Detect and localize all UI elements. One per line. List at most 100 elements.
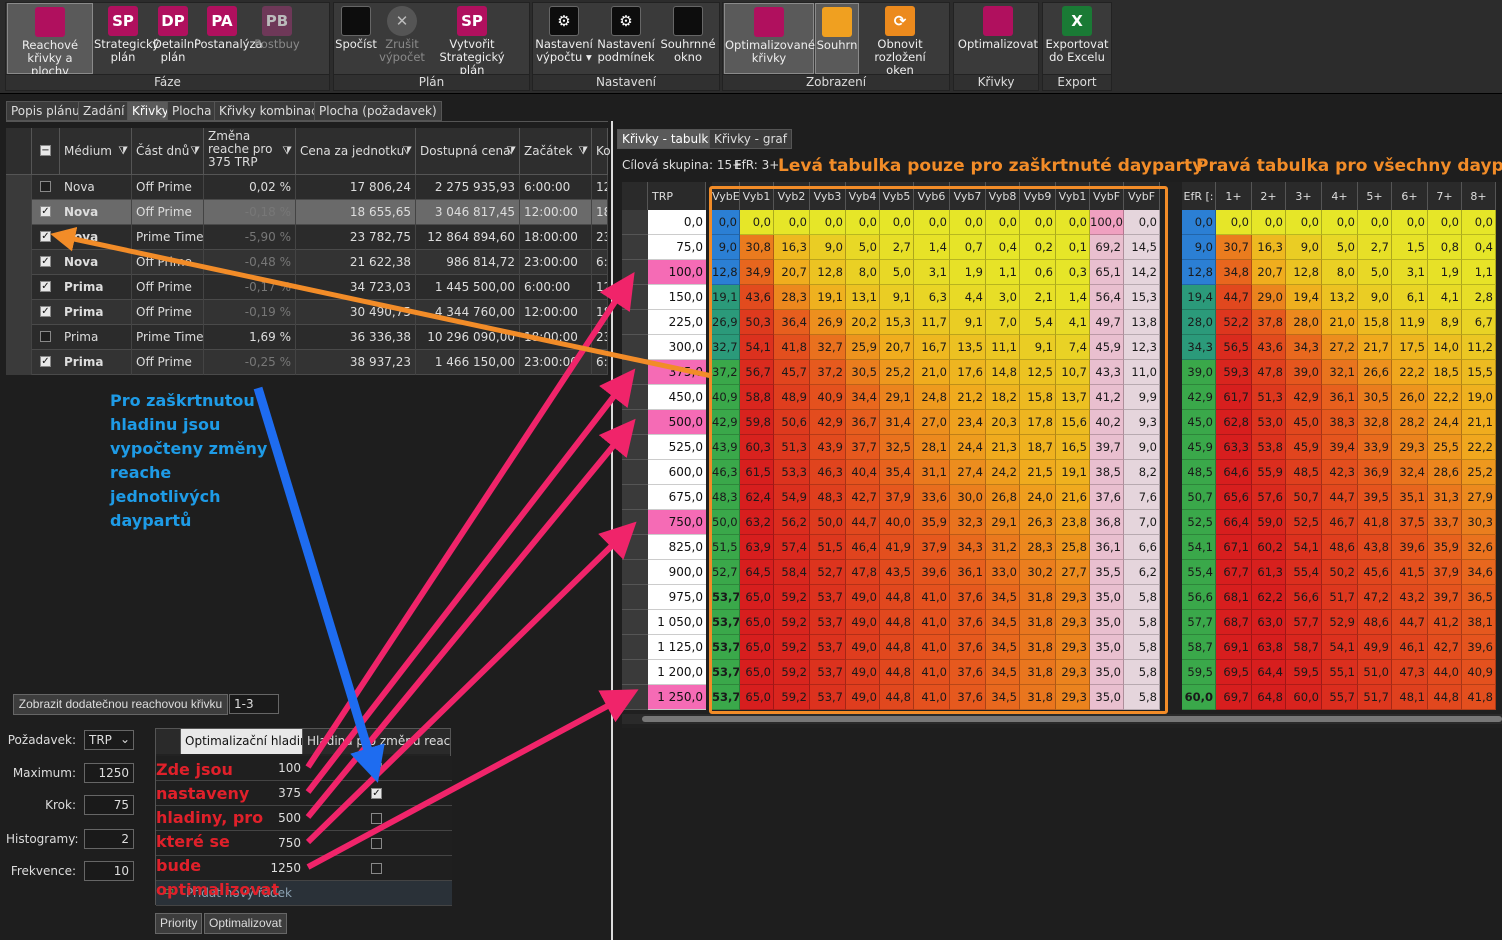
maximum-input[interactable]: 1250 bbox=[84, 763, 134, 783]
right-table-header[interactable]: 6+ bbox=[1392, 182, 1428, 212]
row-checkbox[interactable]: ✓ bbox=[40, 306, 51, 317]
grid-row-header[interactable] bbox=[622, 235, 648, 260]
row-header[interactable] bbox=[6, 250, 32, 275]
reach-level-checkbox[interactable] bbox=[371, 838, 382, 849]
krok-input[interactable]: 75 bbox=[84, 795, 134, 815]
table-row[interactable]: Nova Off Prime 0,02 % 17 806,24 2 275 935,93… bbox=[6, 175, 608, 200]
row-header[interactable] bbox=[6, 275, 32, 300]
row-header[interactable] bbox=[6, 325, 32, 350]
frekvence-input[interactable]: 10 bbox=[84, 861, 134, 881]
grid-row-header[interactable] bbox=[622, 335, 648, 360]
grid-row-header[interactable] bbox=[622, 385, 648, 410]
column-header[interactable]: Část dnů ⧩ bbox=[132, 128, 204, 175]
grid-row-header[interactable] bbox=[622, 435, 648, 460]
ribbon-button-0-1[interactable]: SP Strategický plán bbox=[94, 3, 159, 74]
grid-row-header[interactable] bbox=[622, 310, 648, 335]
left-table-header[interactable]: VybE bbox=[712, 182, 740, 212]
left-table-header[interactable]: Vyb1 bbox=[740, 182, 774, 212]
left-table-header[interactable]: Vyb5 bbox=[880, 182, 914, 212]
tab-5[interactable]: Plocha (požadavek) bbox=[314, 101, 442, 121]
tab-krivky-graf[interactable]: Křivky - graf bbox=[709, 129, 792, 149]
right-table-header[interactable]: 4+ bbox=[1322, 182, 1358, 212]
ribbon-button-2-1[interactable]: ⚙ Nastavení podmínek bbox=[595, 3, 657, 74]
tab-krivky-tabulka[interactable]: Křivky - tabulka bbox=[617, 129, 721, 149]
right-table-header[interactable]: 7+ bbox=[1428, 182, 1462, 212]
reach-change-level-header[interactable]: Hladina pro změnu reache bbox=[303, 729, 451, 754]
row-header[interactable] bbox=[6, 350, 32, 375]
row-checkbox[interactable] bbox=[40, 181, 51, 192]
left-table-header[interactable]: Vyb4 bbox=[846, 182, 880, 212]
table-row[interactable]: ✓ Nova Off Prime -0,18 % 18 655,65 3 046 817,… bbox=[6, 200, 608, 225]
grid-row-header[interactable] bbox=[622, 610, 648, 635]
table-row[interactable]: ✓ Prima Off Prime -0,19 % 30 490,75 4 344 760… bbox=[6, 300, 608, 325]
filter-icon[interactable]: ⧩ bbox=[190, 144, 200, 157]
ribbon-button-4-0[interactable]: Optimalizovat bbox=[955, 3, 1041, 74]
row-checkbox[interactable] bbox=[40, 331, 51, 342]
ribbon-button-1-2[interactable]: SP Vytvořit Strategický plán bbox=[427, 3, 517, 77]
scroll-thumb[interactable] bbox=[642, 716, 1502, 722]
right-table-header[interactable]: EfR [: bbox=[1182, 182, 1216, 212]
grid-row-header[interactable] bbox=[622, 560, 648, 585]
table-row[interactable]: ✓ Prima Off Prime -0,17 % 34 723,03 1 445 500… bbox=[6, 275, 608, 300]
row-checkbox[interactable]: ✓ bbox=[40, 231, 51, 242]
tab-3[interactable]: Plocha bbox=[167, 101, 217, 121]
reach-level-checkbox[interactable] bbox=[371, 863, 382, 874]
reach-level-checkbox[interactable] bbox=[371, 763, 382, 774]
left-table-header[interactable]: Vyb9 bbox=[1020, 182, 1056, 212]
column-header[interactable]: Cena za jednotku ⧩ bbox=[296, 128, 416, 175]
table-row[interactable]: Prima Prime Time 1,69 % 36 336,38 10 296 090… bbox=[6, 325, 608, 350]
grid-row-header[interactable] bbox=[622, 635, 648, 660]
reach-level-checkbox[interactable] bbox=[371, 813, 382, 824]
right-table-header[interactable]: 1+ bbox=[1216, 182, 1252, 212]
ribbon-button-0-4[interactable]: PB Postbuy bbox=[251, 3, 303, 74]
ribbon-button-3-1[interactable]: Souhrn bbox=[815, 3, 859, 74]
tab-1[interactable]: Zadání bbox=[78, 101, 130, 121]
filter-icon[interactable]: ⧩ bbox=[282, 144, 292, 157]
ribbon-button-1-0[interactable]: Spočíst bbox=[335, 3, 377, 74]
table-row[interactable]: ✓ Nova Off Prime -0,48 % 21 622,38 986 814,72… bbox=[6, 250, 608, 275]
left-table-header[interactable]: VybF bbox=[1124, 182, 1160, 212]
reach-level-checkbox[interactable]: ✓ bbox=[371, 788, 382, 799]
grid-row-header[interactable] bbox=[622, 260, 648, 285]
grid-row-header[interactable] bbox=[622, 285, 648, 310]
filter-icon[interactable]: ⧩ bbox=[506, 144, 516, 157]
table-row[interactable]: ✓ Nova Prime Time -5,90 % 23 782,75 12 864 89… bbox=[6, 225, 608, 250]
optimize-button[interactable]: Optimalizovat bbox=[204, 913, 287, 934]
filter-icon[interactable]: ⧩ bbox=[578, 144, 588, 157]
right-table-header[interactable]: 5+ bbox=[1358, 182, 1392, 212]
pozadavek-select[interactable]: TRP ⌄ bbox=[84, 730, 134, 750]
left-table-header[interactable]: Vyb3 bbox=[810, 182, 846, 212]
right-table-header[interactable]: 3+ bbox=[1286, 182, 1322, 212]
right-table-header[interactable]: 2+ bbox=[1252, 182, 1286, 212]
left-table-header[interactable]: Vyb2 bbox=[774, 182, 810, 212]
row-header[interactable] bbox=[6, 200, 32, 225]
grid-row-header[interactable] bbox=[622, 685, 648, 710]
ribbon-button-3-0[interactable]: Optimalizované křivky bbox=[724, 3, 815, 74]
filter-icon[interactable]: ⧩ bbox=[118, 144, 128, 157]
ribbon-button-0-2[interactable]: DP Detailní plán bbox=[153, 3, 197, 74]
column-header[interactable]: Médium ⧩ bbox=[60, 128, 132, 175]
column-header[interactable]: Začátek ⧩ bbox=[520, 128, 592, 175]
grid-row-header[interactable] bbox=[622, 660, 648, 685]
left-table-header[interactable]: Vyb8 bbox=[986, 182, 1020, 212]
extra-curve-input[interactable]: 1-3 bbox=[229, 694, 279, 714]
ribbon-button-1-1[interactable]: ✕ Zrušit výpočet bbox=[378, 3, 426, 74]
select-all-header[interactable]: − bbox=[32, 128, 60, 175]
ribbon-button-3-2[interactable]: ⟳ Obnovit rozložení oken bbox=[860, 3, 940, 77]
extra-curve-button[interactable]: Zobrazit dodatečnou reachovou křivku bbox=[13, 694, 228, 715]
ribbon-button-2-2[interactable]: Souhrnné okno bbox=[658, 3, 718, 74]
grid-row-header[interactable] bbox=[622, 535, 648, 560]
grid-row-header[interactable] bbox=[622, 510, 648, 535]
filter-icon[interactable]: ⧩ bbox=[402, 144, 412, 157]
column-header[interactable]: Dostupná cena ⧩ bbox=[416, 128, 520, 175]
left-table-header[interactable]: Vyb1 bbox=[1056, 182, 1090, 212]
row-header[interactable] bbox=[6, 300, 32, 325]
row-checkbox[interactable]: ✓ bbox=[40, 206, 51, 217]
histogramy-input[interactable]: 2 bbox=[84, 829, 134, 849]
row-checkbox[interactable]: ✓ bbox=[40, 281, 51, 292]
row-header[interactable] bbox=[6, 225, 32, 250]
grid-row-header[interactable] bbox=[622, 410, 648, 435]
tab-4[interactable]: Křivky kombinací bbox=[214, 101, 327, 121]
grid-row-header[interactable] bbox=[622, 485, 648, 510]
row-header[interactable] bbox=[6, 175, 32, 200]
